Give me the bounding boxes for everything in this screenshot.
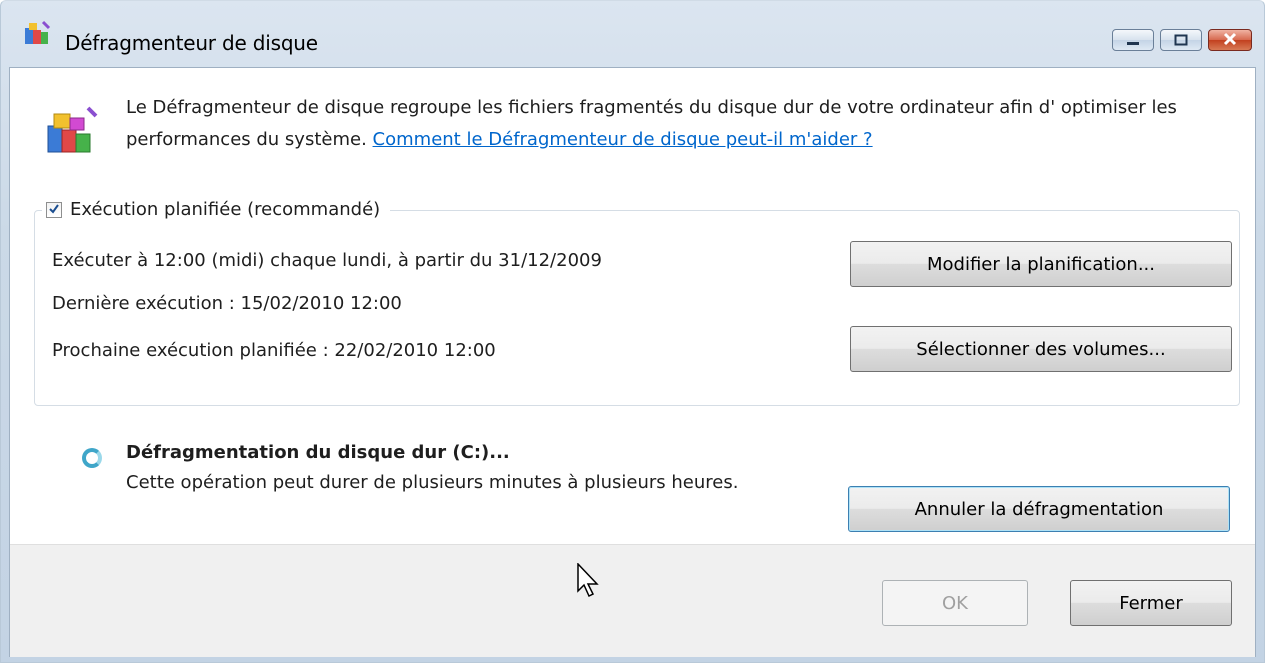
close-icon — [1222, 31, 1238, 50]
operation-description: Cette opération peut durer de plusieurs … — [126, 472, 739, 493]
ok-button[interactable]: OK — [882, 580, 1028, 626]
minimize-icon — [1126, 31, 1140, 50]
dialog-footer: OK Fermer — [10, 544, 1255, 657]
defrag-app-icon — [23, 20, 51, 52]
schedule-checkbox-row[interactable]: Exécution planifiée (recommandé) — [42, 199, 391, 220]
modify-schedule-button[interactable]: Modifier la planification... — [850, 241, 1232, 287]
close-dialog-button[interactable]: Fermer — [1070, 580, 1232, 626]
operation-title: Défragmentation du disque dur (C:)... — [126, 442, 510, 463]
schedule-run-at: Exécuter à 12:00 (midi) chaque lundi, à … — [52, 250, 602, 271]
close-button[interactable] — [1208, 29, 1252, 51]
dialog-client-area: Le Défragmenteur de disque regroupe les … — [9, 67, 1256, 657]
checkmark-icon — [48, 199, 60, 220]
defrag-window: Défragmenteur de disque Le Défragmenteur… — [0, 0, 1265, 663]
caption-buttons — [1112, 29, 1252, 51]
maximize-icon — [1174, 31, 1188, 50]
minimize-button[interactable] — [1112, 29, 1154, 51]
intro-text-block: Le Défragmenteur de disque regroupe les … — [126, 92, 1236, 156]
window-title: Défragmenteur de disque — [65, 31, 318, 55]
next-run-text: Prochaine exécution planifiée : 22/02/20… — [52, 340, 496, 361]
schedule-checkbox[interactable] — [46, 199, 62, 220]
maximize-button[interactable] — [1160, 29, 1202, 51]
select-volumes-button[interactable]: Sélectionner des volumes... — [850, 326, 1232, 372]
mouse-cursor-icon — [577, 562, 601, 603]
title-bar[interactable]: Défragmenteur de disque — [1, 1, 1264, 55]
cancel-defrag-button[interactable]: Annuler la défragmentation — [848, 486, 1230, 532]
help-link[interactable]: Comment le Défragmenteur de disque peut-… — [373, 129, 873, 150]
schedule-checkbox-label: Exécution planifiée (recommandé) — [70, 199, 381, 220]
last-run-text: Dernière exécution : 15/02/2010 12:00 — [52, 293, 402, 314]
progress-spinner-icon — [82, 448, 102, 468]
defrag-header-icon — [46, 106, 98, 160]
